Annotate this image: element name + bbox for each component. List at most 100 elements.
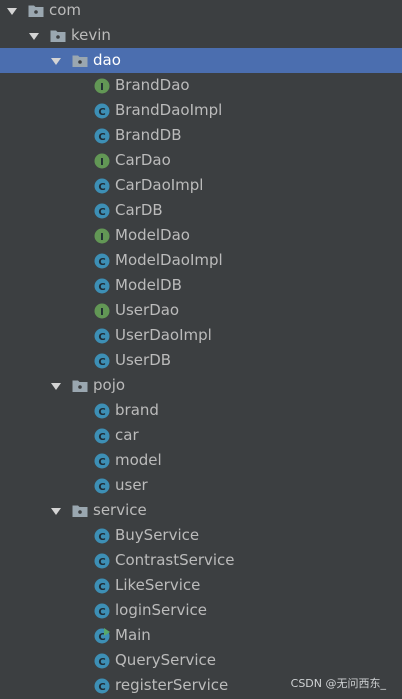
tree-node-label: QueryService — [115, 651, 217, 669]
chevron-down-icon[interactable] — [6, 5, 18, 17]
chevron-down-icon[interactable] — [50, 505, 62, 517]
tree-node-userdb[interactable]: C UserDB — [0, 348, 402, 373]
chevron-down-icon[interactable] — [28, 30, 40, 42]
interface-icon: I — [94, 153, 110, 169]
tree-node-contrastservice[interactable]: C ContrastService — [0, 548, 402, 573]
package-folder-icon — [28, 3, 44, 19]
class-icon: C — [94, 678, 110, 694]
tree-node-label: user — [115, 476, 148, 494]
class-icon: C — [94, 103, 110, 119]
package-folder-icon — [72, 503, 88, 519]
svg-text:C: C — [98, 132, 105, 143]
tree-node-label: ModelDB — [115, 276, 182, 294]
tree-node-branddao[interactable]: I BrandDao — [0, 73, 402, 98]
svg-text:C: C — [98, 582, 105, 593]
tree-node-label: UserDaoImpl — [115, 326, 212, 344]
class-icon: C — [94, 578, 110, 594]
svg-text:C: C — [98, 682, 105, 693]
class-icon: C — [94, 478, 110, 494]
tree-node-user[interactable]: Cuser — [0, 473, 402, 498]
tree-node-brand[interactable]: Cbrand — [0, 398, 402, 423]
tree-node-label: registerService — [115, 676, 229, 694]
tree-node-label: CarDao — [115, 151, 171, 169]
svg-text:I: I — [100, 307, 104, 318]
tree-node-label: brand — [115, 401, 159, 419]
tree-node-label: BrandDaoImpl — [115, 101, 223, 119]
tree-node-model[interactable]: Cmodel — [0, 448, 402, 473]
svg-text:C: C — [98, 482, 105, 493]
svg-text:C: C — [98, 107, 105, 118]
chevron-down-icon[interactable] — [50, 55, 62, 67]
class-icon: C — [94, 428, 110, 444]
class-icon: C — [94, 603, 110, 619]
class-icon: C — [94, 128, 110, 144]
tree-node-modeldaoimpl[interactable]: C ModelDaoImpl — [0, 248, 402, 273]
class-icon: C — [94, 203, 110, 219]
svg-text:C: C — [98, 607, 105, 618]
svg-text:C: C — [98, 282, 105, 293]
tree-node-label: pojo — [93, 376, 126, 394]
class-icon: C — [94, 553, 110, 569]
tree-node-userdaoimpl[interactable]: C UserDaoImpl — [0, 323, 402, 348]
svg-text:C: C — [98, 432, 105, 443]
tree-node-car[interactable]: Ccar — [0, 423, 402, 448]
svg-text:I: I — [100, 157, 104, 168]
class-icon: C — [94, 453, 110, 469]
svg-text:C: C — [98, 532, 105, 543]
chevron-down-icon[interactable] — [50, 380, 62, 392]
class-icon: C — [94, 528, 110, 544]
tree-node-label: car — [115, 426, 139, 444]
tree-node-label: BuyService — [115, 526, 200, 544]
interface-icon: I — [94, 78, 110, 94]
class-icon: C — [94, 278, 110, 294]
svg-text:C: C — [98, 182, 105, 193]
tree-node-cardb[interactable]: C CarDB — [0, 198, 402, 223]
tree-node-userdao[interactable]: I UserDao — [0, 298, 402, 323]
svg-text:C: C — [98, 407, 105, 418]
tree-node-label: loginService — [115, 601, 207, 619]
tree-node-label: ModelDaoImpl — [115, 251, 223, 269]
tree-node-cardaoimpl[interactable]: C CarDaoImpl — [0, 173, 402, 198]
tree-node-cardao[interactable]: I CarDao — [0, 148, 402, 173]
tree-node-dao[interactable]: dao — [0, 48, 402, 73]
interface-icon: I — [94, 303, 110, 319]
svg-text:C: C — [98, 332, 105, 343]
tree-node-label: ModelDao — [115, 226, 190, 244]
tree-node-likeservice[interactable]: C LikeService — [0, 573, 402, 598]
tree-node-service[interactable]: service — [0, 498, 402, 523]
tree-node-com[interactable]: com — [0, 0, 402, 23]
tree-node-label: BrandDao — [115, 76, 190, 94]
svg-text:C: C — [98, 657, 105, 668]
interface-icon: I — [94, 228, 110, 244]
package-folder-icon — [50, 28, 66, 44]
class-icon: C — [94, 353, 110, 369]
tree-node-queryservice[interactable]: C QueryService — [0, 648, 402, 673]
tree-node-branddaoimpl[interactable]: C BrandDaoImpl — [0, 98, 402, 123]
tree-node-buyservice[interactable]: C BuyService — [0, 523, 402, 548]
tree-node-pojo[interactable]: pojo — [0, 373, 402, 398]
svg-text:C: C — [98, 457, 105, 468]
tree-node-label: dao — [93, 51, 121, 69]
class-icon: C — [94, 403, 110, 419]
tree-node-kevin[interactable]: kevin — [0, 23, 402, 48]
package-folder-icon — [72, 53, 88, 69]
svg-text:I: I — [100, 232, 104, 243]
tree-node-label: service — [93, 501, 147, 519]
tree-node-label: CarDB — [115, 201, 163, 219]
svg-text:C: C — [98, 257, 105, 268]
svg-text:I: I — [100, 82, 104, 93]
tree-node-modeldao[interactable]: I ModelDao — [0, 223, 402, 248]
tree-node-label: LikeService — [115, 576, 201, 594]
tree-node-label: kevin — [71, 26, 111, 44]
tree-node-label: ContrastService — [115, 551, 235, 569]
tree-node-branddb[interactable]: C BrandDB — [0, 123, 402, 148]
tree-node-label: Main — [115, 626, 151, 644]
tree-node-main[interactable]: C Main — [0, 623, 402, 648]
runnable-class-icon: C — [94, 627, 110, 644]
tree-node-label: com — [49, 1, 82, 19]
class-icon: C — [94, 328, 110, 344]
tree-node-modeldb[interactable]: C ModelDB — [0, 273, 402, 298]
class-icon: C — [94, 653, 110, 669]
package-folder-icon — [72, 378, 88, 394]
tree-node-loginservice[interactable]: CloginService — [0, 598, 402, 623]
